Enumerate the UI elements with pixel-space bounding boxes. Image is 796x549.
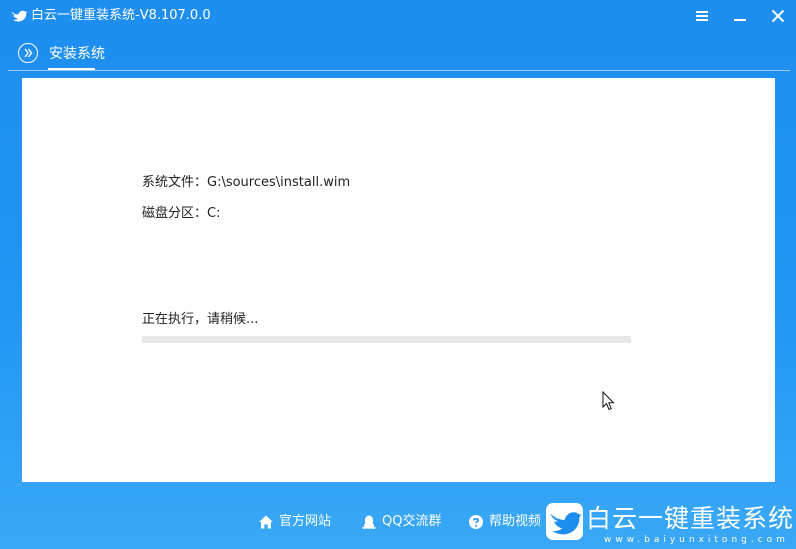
minimize-icon [734, 19, 746, 21]
chevron-double-right-icon [24, 48, 33, 58]
menu-button[interactable] [691, 5, 713, 27]
minimize-button[interactable] [729, 5, 751, 27]
system-file-line: 系统文件：G:\sources\install.wim [142, 175, 351, 190]
progress-bar [142, 336, 631, 343]
bird-logo-icon [11, 10, 28, 22]
disk-partition-line: 磁盘分区：C: [142, 206, 221, 221]
qq-penguin-icon [362, 515, 376, 529]
close-icon [771, 9, 785, 23]
bird-logo-icon [550, 512, 582, 535]
tab-divider [8, 70, 790, 71]
home-icon [259, 515, 273, 529]
status-text: 正在执行，请稍候... [142, 312, 259, 327]
mouse-cursor-icon [602, 391, 615, 411]
watermark-logo [546, 503, 583, 540]
help-icon [469, 515, 483, 529]
brand-watermark: 白云一键重装系统 www.baiyunxitong.com [546, 503, 796, 549]
qq-group-label: QQ交流群 [382, 514, 442, 529]
close-button[interactable] [767, 5, 789, 27]
watermark-brand-name: 白云一键重装系统 [586, 504, 795, 533]
help-video-label: 帮助视频 [489, 514, 542, 529]
tab-install-system[interactable]: 安装系统 [49, 45, 105, 63]
watermark-url: www.baiyunxitong.com [604, 535, 789, 545]
window-title: 白云一键重装系统-V8.107.0.0 [31, 8, 211, 23]
menu-icon [696, 11, 708, 21]
tab-bar: 安装系统 [0, 40, 796, 72]
official-website-label: 官方网站 [279, 514, 332, 529]
step-indicator [18, 43, 38, 63]
install-panel: 系统文件：G:\sources\install.wim 磁盘分区：C: 正在执行… [22, 78, 775, 482]
title-bar: 白云一键重装系统-V8.107.0.0 [0, 0, 796, 32]
